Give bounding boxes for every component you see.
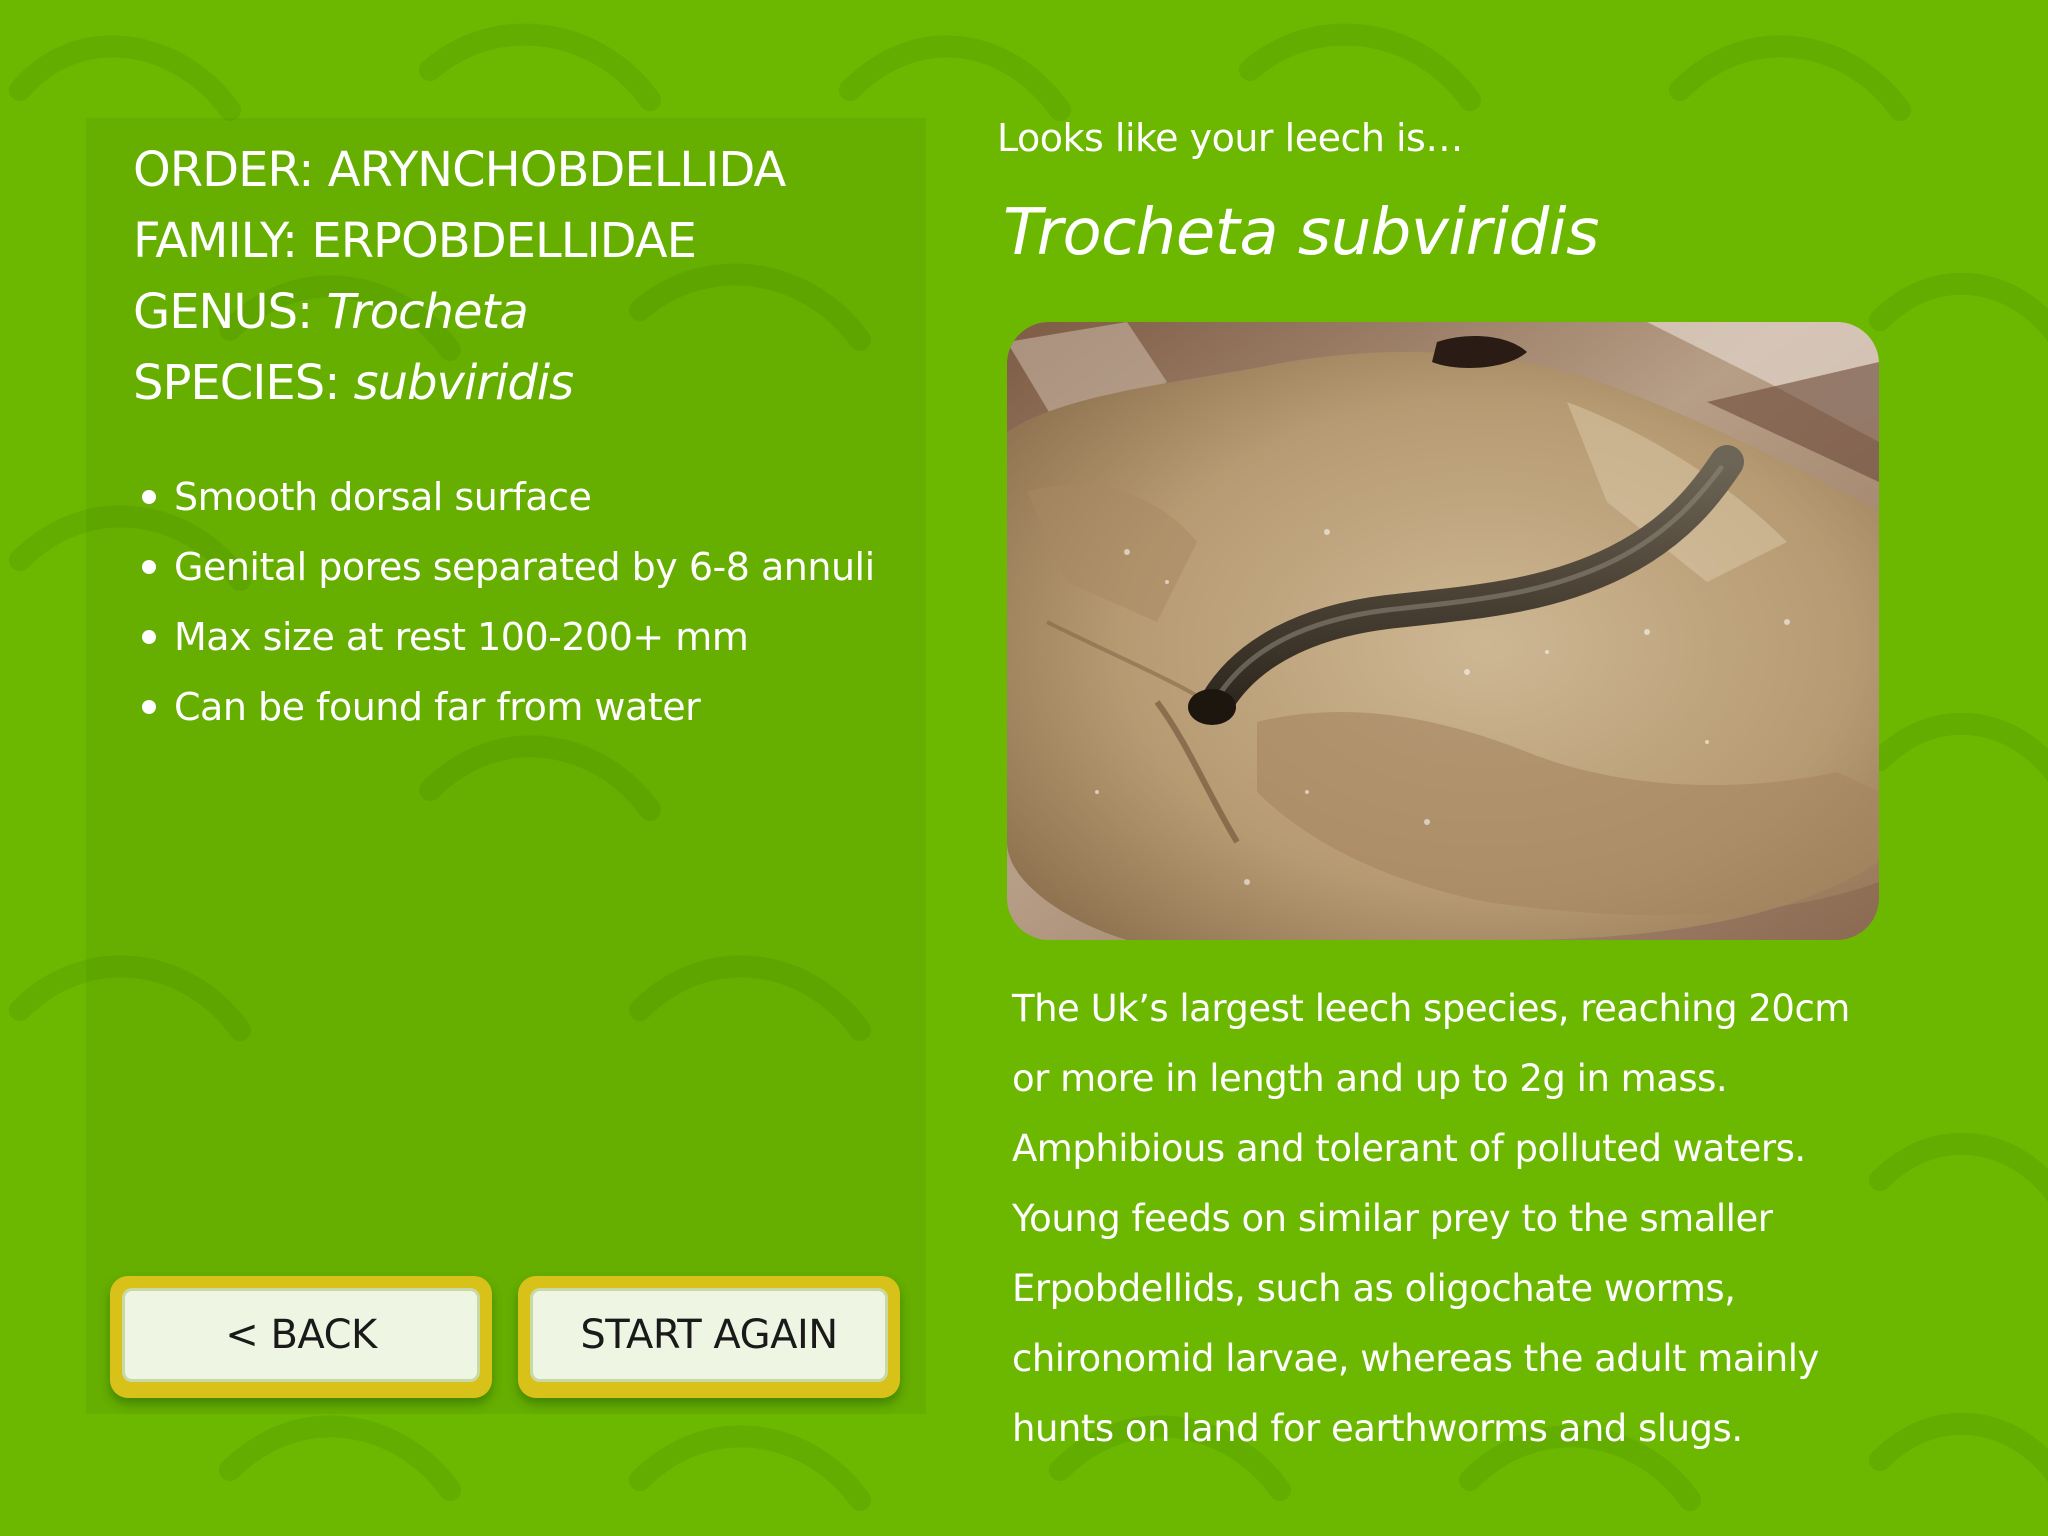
feature-item: Genital pores separated by 6-8 annuli [140, 532, 920, 602]
result-intro: Looks like your leech is… [997, 116, 1463, 160]
back-button[interactable]: < BACK [110, 1276, 492, 1398]
start-again-button-label: START AGAIN [530, 1288, 888, 1382]
feature-text: Can be found far from water [174, 685, 701, 729]
order-label: ORDER: [133, 142, 314, 198]
feature-item: Can be found far from water [140, 672, 920, 742]
feature-text: Genital pores separated by 6-8 annuli [174, 545, 875, 589]
genus-label: GENUS: [133, 284, 313, 340]
species-title: Trocheta subviridis [1003, 196, 1599, 270]
taxonomy-species: SPECIES: subviridis [133, 348, 913, 419]
order-value: ARYNCHOBDELLIDA [327, 142, 787, 198]
feature-item: Max size at rest 100-200+ mm [140, 602, 920, 672]
feature-text: Max size at rest 100-200+ mm [174, 615, 749, 659]
taxonomy-block: ORDER: ARYNCHOBDELLIDA FAMILY: ERPOBDELL… [133, 135, 913, 419]
species-description: The Uk’s largest leech species, reaching… [1012, 987, 1850, 1450]
back-button-label: < BACK [122, 1288, 480, 1382]
genus-value: Trocheta [326, 284, 528, 340]
taxonomy-genus: GENUS: Trocheta [133, 277, 913, 348]
species-value: subviridis [353, 355, 575, 411]
bullet-icon [142, 700, 156, 714]
species-label: SPECIES: [133, 355, 340, 411]
feature-item: Smooth dorsal surface [140, 462, 920, 532]
taxonomy-order: ORDER: ARYNCHOBDELLIDA [133, 135, 913, 206]
feature-list: Smooth dorsal surface Genital pores sepa… [140, 462, 920, 742]
feature-text: Smooth dorsal surface [174, 475, 592, 519]
bullet-icon [142, 560, 156, 574]
bullet-icon [142, 490, 156, 504]
leech-on-rock-photo [1007, 322, 1879, 940]
bullet-icon [142, 630, 156, 644]
start-again-button[interactable]: START AGAIN [518, 1276, 900, 1398]
family-value: ERPOBDELLIDAE [311, 213, 697, 269]
leech-photo [1007, 322, 1879, 940]
taxonomy-family: FAMILY: ERPOBDELLIDAE [133, 206, 913, 277]
family-label: FAMILY: [133, 213, 298, 269]
